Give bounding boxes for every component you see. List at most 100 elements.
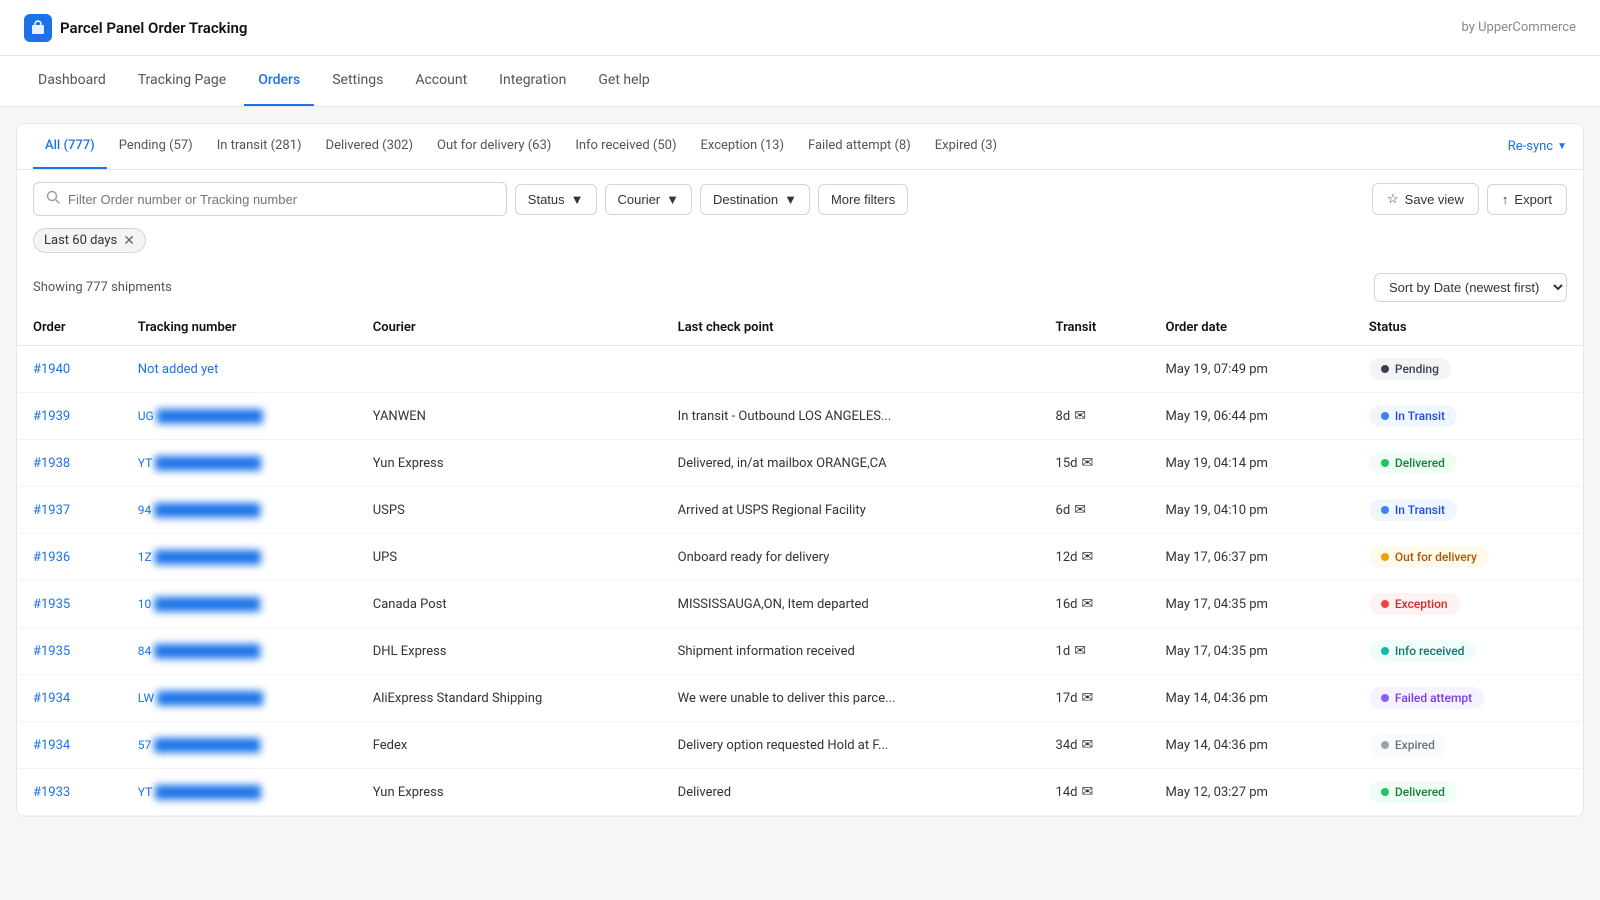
courier-filter-button[interactable]: Courier ▼ [605, 184, 693, 215]
order-link[interactable]: #1937 [33, 503, 70, 518]
status-badge: Pending [1369, 358, 1451, 380]
nav-settings[interactable]: Settings [318, 56, 397, 106]
transit-cell: 15d✉ [1040, 440, 1150, 487]
showing-text: Showing 777 shipments [33, 280, 172, 295]
nav-account[interactable]: Account [401, 56, 481, 106]
nav-integration[interactable]: Integration [485, 56, 580, 106]
checkpoint-cell: Delivered [662, 769, 1040, 816]
tracking-number: YT ████████████████ [138, 456, 259, 470]
active-filters: Last 60 days ✕ [17, 228, 1583, 265]
destination-label: Destination [713, 192, 778, 207]
transit-cell: 8d✉ [1040, 393, 1150, 440]
order-date-cell: May 12, 03:27 pm [1150, 769, 1353, 816]
transit-cell [1040, 346, 1150, 393]
col-courier: Courier [357, 310, 662, 346]
nav-get-help[interactable]: Get help [584, 56, 663, 106]
transit-cell: 1d✉ [1040, 628, 1150, 675]
table-row: #1939 UG ████████████████ YANWENIn transit… [17, 393, 1583, 440]
status-cell: In Transit [1353, 393, 1583, 440]
tab-all[interactable]: All (777) [33, 124, 107, 169]
tab-info-received[interactable]: Info received (50) [563, 124, 688, 169]
table-row: #193584 ████████████████DHL ExpressShipm… [17, 628, 1583, 675]
tracking-link[interactable]: Not added yet [138, 362, 219, 377]
more-filters-button[interactable]: More filters [818, 184, 908, 215]
search-input[interactable] [68, 192, 494, 207]
order-date-cell: May 14, 04:36 pm [1150, 675, 1353, 722]
date-filter-tag: Last 60 days ✕ [33, 228, 146, 253]
status-dot [1381, 412, 1389, 420]
status-filter-button[interactable]: Status ▼ [515, 184, 597, 215]
table-row: #193510 ████████████████Canada PostMISSI… [17, 581, 1583, 628]
order-link[interactable]: #1936 [33, 550, 70, 565]
search-box[interactable] [33, 182, 507, 216]
tab-delivered[interactable]: Delivered (302) [314, 124, 425, 169]
tracking-number: 1Z ████████████████ [138, 550, 259, 564]
export-button[interactable]: ↑ Export [1487, 184, 1567, 215]
tab-exception[interactable]: Exception (13) [688, 124, 796, 169]
sort-select[interactable]: Sort by Date (newest first) Sort by Date… [1374, 273, 1567, 302]
order-link[interactable]: #1934 [33, 738, 70, 753]
mail-icon: ✉ [1082, 737, 1094, 753]
courier-cell: Fedex [357, 722, 662, 769]
status-dot [1381, 600, 1389, 608]
courier-cell: YANWEN [357, 393, 662, 440]
toolbar: Status ▼ Courier ▼ Destination ▼ More fi… [17, 170, 1583, 228]
nav-dashboard[interactable]: Dashboard [24, 56, 120, 106]
search-icon [46, 190, 60, 208]
order-link[interactable]: #1935 [33, 597, 70, 612]
transit-days: 14d [1056, 785, 1078, 800]
tab-pending[interactable]: Pending (57) [107, 124, 205, 169]
tab-out-for-delivery[interactable]: Out for delivery (63) [425, 124, 563, 169]
chevron-down-icon: ▼ [666, 192, 679, 207]
courier-cell: Yun Express [357, 440, 662, 487]
checkpoint-cell: In transit - Outbound LOS ANGELES... [662, 393, 1040, 440]
transit-days: 6d [1056, 503, 1071, 518]
order-link[interactable]: #1939 [33, 409, 70, 424]
table-row: #1940 Not added yet May 19, 07:49 pm Pendin… [17, 346, 1583, 393]
mail-icon: ✉ [1082, 596, 1094, 612]
checkpoint-cell: Arrived at USPS Regional Facility [662, 487, 1040, 534]
chevron-down-icon: ▼ [784, 192, 797, 207]
table-row: #1934LW ████████████████AliExpress Stand… [17, 675, 1583, 722]
order-link[interactable]: #1938 [33, 456, 70, 471]
status-label: Info received [1395, 644, 1464, 658]
tab-in-transit[interactable]: In transit (281) [205, 124, 314, 169]
table-header-row: Order Tracking number Courier Last check… [17, 310, 1583, 346]
tracking-number: LW ████████████████ [138, 691, 261, 705]
destination-filter-button[interactable]: Destination ▼ [700, 184, 810, 215]
order-date-cell: May 19, 06:44 pm [1150, 393, 1353, 440]
courier-label: Courier [618, 192, 661, 207]
order-link[interactable]: #1940 [33, 362, 70, 377]
order-date-cell: May 19, 07:49 pm [1150, 346, 1353, 393]
col-order: Order [17, 310, 122, 346]
table-row: #193457 ████████████████FedexDelivery op… [17, 722, 1583, 769]
transit-days: 34d [1056, 738, 1078, 753]
order-link[interactable]: #1933 [33, 785, 70, 800]
courier-cell [357, 346, 662, 393]
col-order-date: Order date [1150, 310, 1353, 346]
tab-expired[interactable]: Expired (3) [923, 124, 1009, 169]
mail-icon: ✉ [1074, 408, 1086, 424]
status-label: Delivered [1395, 456, 1445, 470]
table-row: #1938 YT ████████████████ Yun Express Deliv… [17, 440, 1583, 487]
order-link[interactable]: #1934 [33, 691, 70, 706]
order-date-cell: May 17, 06:37 pm [1150, 534, 1353, 581]
order-date-cell: May 17, 04:35 pm [1150, 581, 1353, 628]
status-dot [1381, 741, 1389, 749]
tracking-number: UG ████████████████ [138, 409, 261, 423]
star-icon: ☆ [1387, 191, 1399, 207]
filter-tag-close[interactable]: ✕ [123, 234, 135, 248]
save-view-button[interactable]: ☆ Save view [1372, 183, 1479, 215]
status-badge: Exception [1369, 593, 1460, 615]
export-label: Export [1514, 192, 1552, 207]
status-cell: Pending [1353, 346, 1583, 393]
tab-failed-attempt[interactable]: Failed attempt (8) [796, 124, 923, 169]
table-row: #193794 ████████████████USPSArrived at U… [17, 487, 1583, 534]
order-link[interactable]: #1935 [33, 644, 70, 659]
status-badge: Expired [1369, 734, 1447, 756]
more-filters-label: More filters [831, 192, 895, 207]
resync-button[interactable]: Re-sync ▼ [1508, 131, 1567, 162]
nav-orders[interactable]: Orders [244, 56, 314, 106]
nav-tracking-page[interactable]: Tracking Page [124, 56, 240, 106]
app-logo-icon [24, 14, 52, 42]
